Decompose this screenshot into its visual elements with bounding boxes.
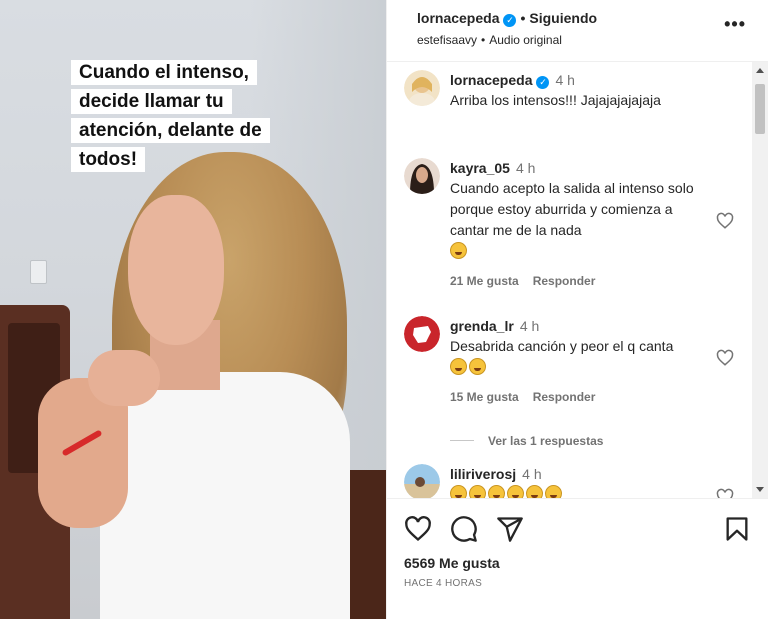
comment-time[interactable]: 4 h [516,160,535,176]
reply-button[interactable]: Responder [533,390,596,404]
laughing-emoji [469,485,486,498]
comment-username[interactable]: kayra_05 [450,160,510,176]
comment-username[interactable]: liliriverosj [450,466,516,482]
following-button[interactable]: Siguiendo [529,10,597,26]
comments-list: lornacepeda ✓ 4 h Arriba los intensos!!! J… [387,62,753,498]
avatar[interactable] [404,316,440,352]
laughing-emoji [507,485,524,498]
scroll-thumb[interactable] [755,84,765,134]
comment-item: liliriverosj 4 h [404,464,744,498]
verified-icon: ✓ [536,76,550,89]
laughing-emoji [450,242,467,259]
comment-text: Arriba los intensos!!! Jajajajajajaja [450,92,661,108]
audio-label[interactable]: Audio original [489,33,562,47]
comment-time[interactable]: 4 h [520,318,539,334]
audio-separator: • [481,33,486,47]
post-actions: 6569 Me gusta HACE 4 HORAS [387,498,768,619]
laughing-emoji [545,485,562,498]
author-username[interactable]: lornacepeda [417,10,499,26]
heart-icon[interactable] [716,212,734,230]
light-switch [30,260,47,284]
post-time: HACE 4 HORAS [404,578,483,589]
view-replies-button[interactable]: Ver las 1 respuestas [450,434,603,448]
scroll-up-arrow[interactable] [756,68,764,73]
share-icon[interactable] [496,515,524,543]
avatar[interactable] [404,70,440,106]
likes-count[interactable]: 6569 Me gusta [404,555,500,571]
video-caption-text: Cuando el intenso, decide llamar tu aten… [71,60,270,172]
video-caption: Cuando el intenso, decide llamar tu aten… [71,58,281,174]
person-hand [88,350,160,406]
more-icon[interactable]: ••• [724,14,746,35]
comment-likes[interactable]: 15 Me gusta [450,390,519,404]
laughing-emoji [488,485,505,498]
laughing-emoji [450,485,467,498]
post-panel: lornacepeda ✓ • Siguiendo estefisaavy • Audio… [386,0,768,619]
verified-icon: ✓ [503,14,517,27]
post-header: lornacepeda ✓ • Siguiendo estefisaavy • Audio… [387,0,768,62]
comment-item: kayra_05 4 h Cuando acepto la salida al i… [404,158,744,288]
heart-icon[interactable] [716,349,734,367]
laughing-emoji [469,358,486,375]
comment-item: lornacepeda ✓ 4 h Arriba los intensos!!! J… [404,70,744,111]
person-shirt [100,372,350,619]
header-separator: • [520,10,526,26]
comment-likes[interactable]: 21 Me gusta [450,274,519,288]
avatar[interactable] [404,158,440,194]
comment-time[interactable]: 4 h [555,72,574,88]
person-face [128,195,224,345]
laughing-emoji [526,485,543,498]
post-author: lornacepeda ✓ • Siguiendo [417,10,597,27]
comment-text: Desabrida canción y peor el q canta [450,338,674,354]
heart-icon[interactable] [716,488,734,498]
heart-icon[interactable] [404,515,432,543]
comment-item: grenda_lr 4 h Desabrida canción y peor el… [404,316,744,404]
comment-username[interactable]: grenda_lr [450,318,514,334]
audio-user[interactable]: estefisaavy [417,33,477,47]
comment-icon[interactable] [450,515,478,543]
laughing-emoji [450,358,467,375]
avatar[interactable] [404,464,440,498]
comment-text: Cuando acepto la salida al intenso solo … [450,180,694,238]
bookmark-icon[interactable] [723,515,751,543]
reply-button[interactable]: Responder [533,274,596,288]
comment-username[interactable]: lornacepeda [450,72,532,88]
scroll-down-arrow[interactable] [756,487,764,492]
video-player[interactable]: Cuando el intenso, decide llamar tu aten… [0,0,386,619]
audio-info: estefisaavy • Audio original [417,33,562,47]
comment-time[interactable]: 4 h [522,466,541,482]
comments-scrollbar[interactable] [752,62,768,498]
